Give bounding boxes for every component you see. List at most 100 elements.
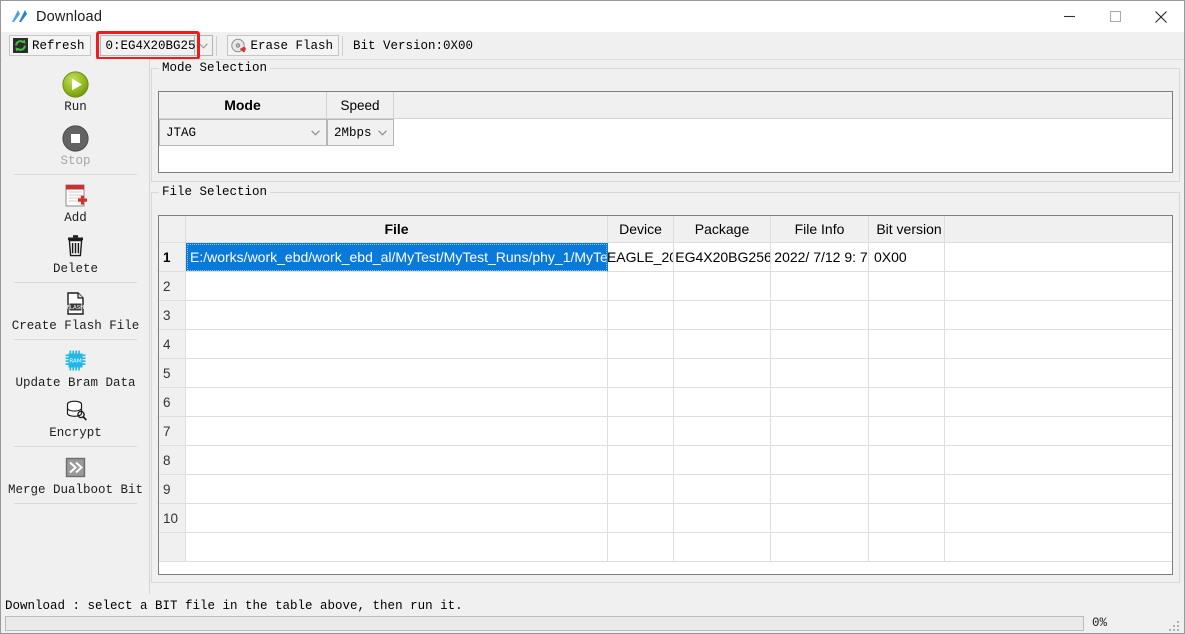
bit-version-cell[interactable] xyxy=(869,330,945,359)
sidebar-item-delete[interactable]: Delete xyxy=(2,231,149,276)
row-number-cell[interactable] xyxy=(159,533,186,562)
row-number-cell[interactable]: 2 xyxy=(159,272,186,301)
sidebar-item-create-flash-file[interactable]: FLASH Create Flash File xyxy=(2,288,149,333)
row-number-cell[interactable]: 10 xyxy=(159,504,186,533)
file-cell[interactable] xyxy=(186,388,608,417)
device-cell[interactable] xyxy=(608,301,674,330)
file-info-cell[interactable] xyxy=(771,475,869,504)
file-cell[interactable] xyxy=(186,301,608,330)
bit-version-cell[interactable] xyxy=(869,272,945,301)
file-cell[interactable] xyxy=(186,330,608,359)
device-cell[interactable] xyxy=(608,272,674,301)
sidebar-item-encrypt[interactable]: Encrypt xyxy=(2,395,149,440)
package-cell[interactable] xyxy=(674,330,771,359)
package-cell[interactable] xyxy=(674,504,771,533)
device-combo[interactable]: 0:EG4X20BG256 xyxy=(95,31,213,60)
device-cell[interactable]: EAGLE_20 xyxy=(608,243,674,272)
table-row[interactable]: 3 xyxy=(159,301,1172,330)
table-row[interactable] xyxy=(159,533,1172,562)
package-cell[interactable] xyxy=(674,475,771,504)
device-cell[interactable] xyxy=(608,330,674,359)
package-cell[interactable] xyxy=(674,388,771,417)
device-cell[interactable] xyxy=(608,533,674,562)
table-row[interactable]: 7 xyxy=(159,417,1172,446)
row-number-cell[interactable]: 3 xyxy=(159,301,186,330)
file-info-cell[interactable] xyxy=(771,330,869,359)
table-row[interactable]: 1 E:/works/work_ebd/work_ebd_al/MyTest/My… xyxy=(159,243,1172,272)
file-info-cell[interactable] xyxy=(771,359,869,388)
table-row[interactable]: 9 xyxy=(159,475,1172,504)
package-cell[interactable] xyxy=(674,417,771,446)
speed-dropdown[interactable]: 2Mbps xyxy=(327,119,394,146)
package-column-header[interactable]: Package xyxy=(674,216,771,243)
table-row[interactable]: 5 xyxy=(159,359,1172,388)
row-number-cell[interactable]: 9 xyxy=(159,475,186,504)
device-column-header[interactable]: Device xyxy=(608,216,674,243)
file-info-cell[interactable] xyxy=(771,533,869,562)
resize-grip[interactable] xyxy=(1169,619,1181,631)
file-info-cell[interactable]: 2022/ 7/12 9: 7 xyxy=(771,243,869,272)
sidebar-item-update-bram-data[interactable]: RAM Update Bram Data xyxy=(2,345,149,390)
package-cell[interactable]: EG4X20BG256 xyxy=(674,243,771,272)
device-combo-value[interactable]: 0:EG4X20BG256 xyxy=(99,35,203,56)
bit-version-cell[interactable] xyxy=(869,475,945,504)
bit-version-cell[interactable] xyxy=(869,504,945,533)
bit-version-cell[interactable] xyxy=(869,301,945,330)
file-info-cell[interactable] xyxy=(771,504,869,533)
row-number-cell[interactable]: 5 xyxy=(159,359,186,388)
file-cell[interactable] xyxy=(186,446,608,475)
bit-version-cell[interactable] xyxy=(869,533,945,562)
package-cell[interactable] xyxy=(674,446,771,475)
file-cell[interactable] xyxy=(186,359,608,388)
file-info-cell[interactable] xyxy=(771,446,869,475)
package-cell[interactable] xyxy=(674,533,771,562)
sidebar-item-run[interactable]: Run xyxy=(2,69,149,114)
bit-version-cell[interactable] xyxy=(869,388,945,417)
device-cell[interactable] xyxy=(608,504,674,533)
file-info-column-header[interactable]: File Info xyxy=(771,216,869,243)
close-button[interactable] xyxy=(1138,1,1184,32)
file-info-cell[interactable] xyxy=(771,417,869,446)
package-cell[interactable] xyxy=(674,359,771,388)
row-number-cell[interactable]: 1 xyxy=(159,243,186,272)
table-row[interactable]: 6 xyxy=(159,388,1172,417)
minimize-button[interactable] xyxy=(1046,1,1092,32)
table-row[interactable]: 10 xyxy=(159,504,1172,533)
table-row[interactable]: 2 xyxy=(159,272,1172,301)
file-info-cell[interactable] xyxy=(771,388,869,417)
file-cell[interactable] xyxy=(186,475,608,504)
device-cell[interactable] xyxy=(608,417,674,446)
package-cell[interactable] xyxy=(674,272,771,301)
row-number-cell[interactable]: 6 xyxy=(159,388,186,417)
device-cell[interactable] xyxy=(608,359,674,388)
device-cell[interactable] xyxy=(608,475,674,504)
table-row[interactable]: 4 xyxy=(159,330,1172,359)
row-number-cell[interactable]: 4 xyxy=(159,330,186,359)
file-cell[interactable]: E:/works/work_ebd/work_ebd_al/MyTest/MyT… xyxy=(186,243,608,272)
chevron-down-icon[interactable] xyxy=(194,35,213,56)
row-number-cell[interactable]: 7 xyxy=(159,417,186,446)
mode-dropdown[interactable]: JTAG xyxy=(159,119,327,146)
package-cell[interactable] xyxy=(674,301,771,330)
file-selection-table[interactable]: File Device Package File Info Bit versio… xyxy=(158,215,1173,575)
file-cell[interactable] xyxy=(186,417,608,446)
refresh-button[interactable]: Refresh xyxy=(9,35,91,56)
row-number-cell[interactable]: 8 xyxy=(159,446,186,475)
file-cell[interactable] xyxy=(186,272,608,301)
maximize-button[interactable] xyxy=(1092,1,1138,32)
device-cell[interactable] xyxy=(608,446,674,475)
device-cell[interactable] xyxy=(608,388,674,417)
file-cell[interactable] xyxy=(186,504,608,533)
sidebar-item-stop[interactable]: Stop xyxy=(2,123,149,168)
bit-version-column-header[interactable]: Bit version xyxy=(869,216,945,243)
file-info-cell[interactable] xyxy=(771,272,869,301)
sidebar-item-merge-dualboot-bit[interactable]: Merge Dualboot Bit xyxy=(2,452,149,497)
sidebar-item-add[interactable]: Add xyxy=(2,180,149,225)
bit-version-cell[interactable]: 0X00 xyxy=(869,243,945,272)
bit-version-cell[interactable] xyxy=(869,417,945,446)
file-info-cell[interactable] xyxy=(771,301,869,330)
table-row[interactable]: 8 xyxy=(159,446,1172,475)
file-cell[interactable] xyxy=(186,533,608,562)
bit-version-cell[interactable] xyxy=(869,359,945,388)
bit-version-cell[interactable] xyxy=(869,446,945,475)
